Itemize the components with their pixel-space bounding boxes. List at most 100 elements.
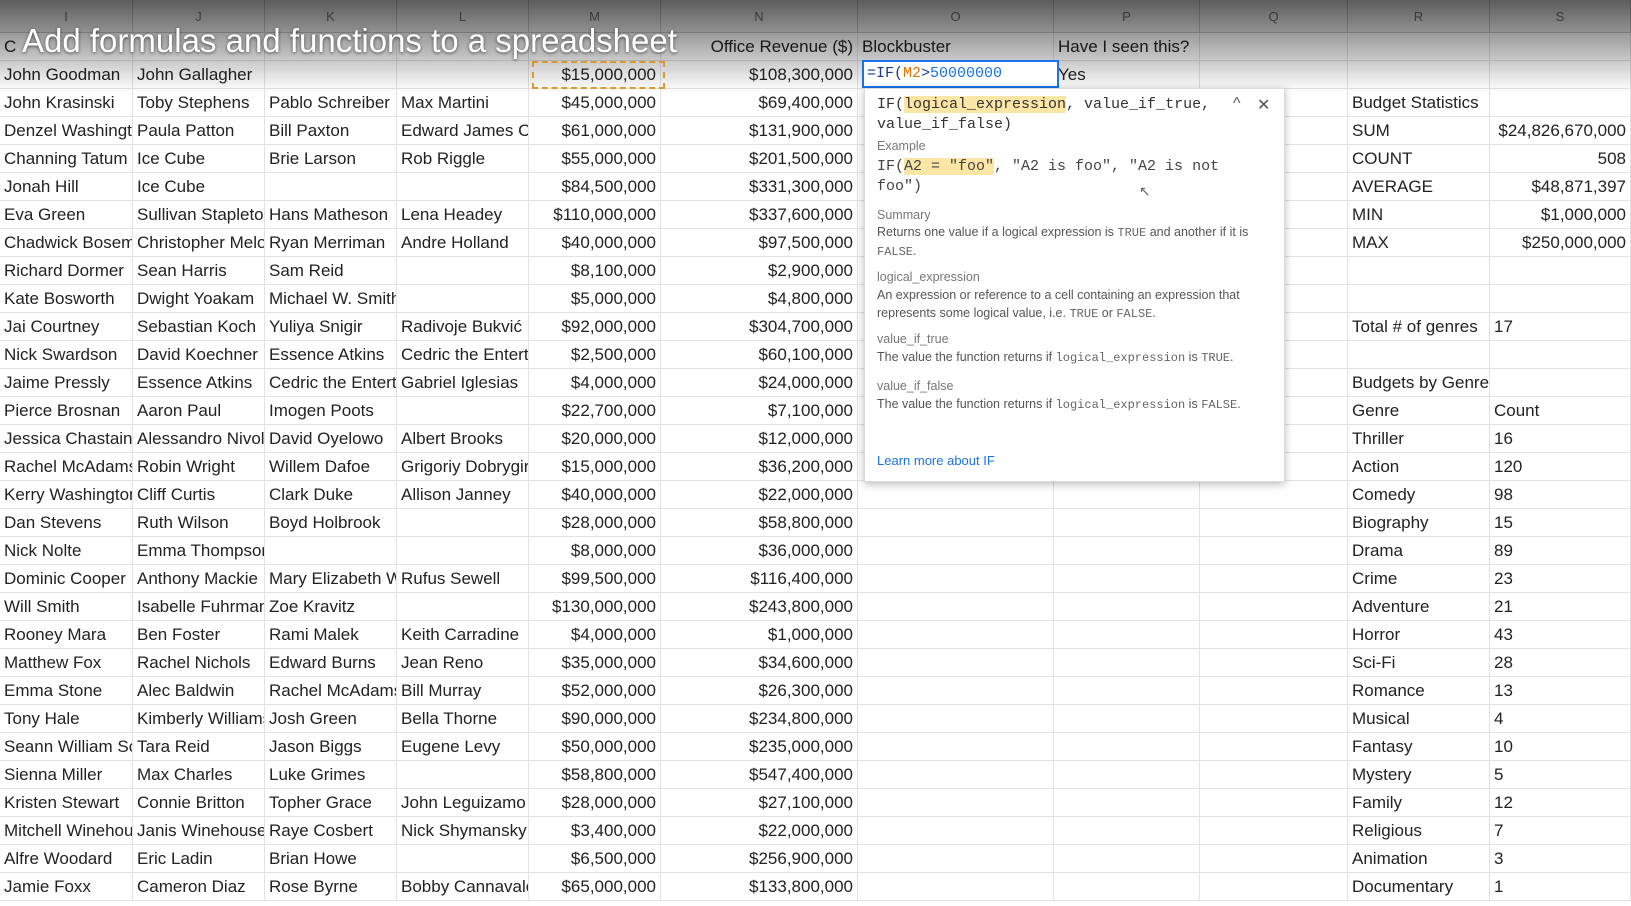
grid-cell[interactable]	[1200, 593, 1348, 621]
column-header-j[interactable]: J	[133, 0, 265, 33]
actor-cell[interactable]	[397, 761, 529, 789]
grid-cell[interactable]	[1054, 565, 1200, 593]
genre-count-cell[interactable]: 12	[1490, 789, 1631, 817]
actor-cell[interactable]: Essence Atkins	[133, 369, 265, 397]
genre-name-cell[interactable]: Drama	[1348, 537, 1490, 565]
money-cell[interactable]: $69,400,000	[661, 89, 858, 117]
actor-cell[interactable]: Keith Carradine	[397, 621, 529, 649]
grid-cell[interactable]	[1200, 537, 1348, 565]
column-header-n[interactable]: N	[661, 0, 858, 33]
actor-cell[interactable]: Jason Biggs	[265, 733, 397, 761]
actor-cell[interactable]: Connie Britton	[133, 789, 265, 817]
money-cell[interactable]: $331,300,000	[661, 173, 858, 201]
money-cell[interactable]: $40,000,000	[529, 481, 661, 509]
genre-name-cell[interactable]: Horror	[1348, 621, 1490, 649]
column-header-l[interactable]: L	[397, 0, 529, 33]
actor-cell[interactable]: Edward Burns	[265, 649, 397, 677]
genre-name-cell[interactable]: Biography	[1348, 509, 1490, 537]
actor-cell[interactable]: Dan Stevens	[0, 509, 133, 537]
money-cell[interactable]: $337,600,000	[661, 201, 858, 229]
genres-total-value[interactable]: 17	[1490, 313, 1631, 341]
grid-cell[interactable]	[858, 761, 1054, 789]
budget-statistics-title[interactable]: Budget Statistics	[1348, 89, 1490, 117]
actor-cell[interactable]: Dwight Yoakam	[133, 285, 265, 313]
actor-cell[interactable]: Nick Nolte	[0, 537, 133, 565]
actor-cell[interactable]: Sienna Miller	[0, 761, 133, 789]
actor-cell[interactable]: Bella Thorne	[397, 705, 529, 733]
actor-cell[interactable]: Jaime Pressly	[0, 369, 133, 397]
genre-count-cell[interactable]: 120	[1490, 453, 1631, 481]
grid-cell[interactable]	[1200, 733, 1348, 761]
actor-cell[interactable]: Essence Atkins	[265, 341, 397, 369]
grid-cell[interactable]	[858, 509, 1054, 537]
actor-cell[interactable]: Sam Reid	[265, 257, 397, 285]
actor-cell[interactable]	[397, 397, 529, 425]
grid-cell[interactable]	[1054, 817, 1200, 845]
budgets-by-genre-title[interactable]: Budgets by Genre	[1348, 369, 1490, 397]
money-cell[interactable]: $90,000,000	[529, 705, 661, 733]
grid-cell[interactable]	[858, 593, 1054, 621]
genre-name-cell[interactable]: Adventure	[1348, 593, 1490, 621]
actor-cell[interactable]: John Leguizamo	[397, 789, 529, 817]
actor-cell[interactable]: Paula Patton	[133, 117, 265, 145]
actor-cell[interactable]	[397, 285, 529, 313]
actor-cell[interactable]: Eva Green	[0, 201, 133, 229]
column-header-o[interactable]: O	[858, 0, 1054, 33]
grid-cell[interactable]	[1200, 845, 1348, 873]
actor-cell[interactable]: Seann William Sc	[0, 733, 133, 761]
genre-name-cell[interactable]: Romance	[1348, 677, 1490, 705]
actor-cell[interactable]: Tony Hale	[0, 705, 133, 733]
grid-cell[interactable]	[1348, 33, 1490, 61]
genre-count-cell[interactable]: 10	[1490, 733, 1631, 761]
money-cell[interactable]: $8,100,000	[529, 257, 661, 285]
money-cell[interactable]: $2,500,000	[529, 341, 661, 369]
actor-cell[interactable]: Topher Grace	[265, 789, 397, 817]
money-cell[interactable]: $4,000,000	[529, 621, 661, 649]
actor-cell[interactable]: Sullivan Stapleto	[133, 201, 265, 229]
money-cell[interactable]: $4,000,000	[529, 369, 661, 397]
grid-cell[interactable]	[858, 621, 1054, 649]
actor-cell[interactable]: Cedric the Entert	[265, 369, 397, 397]
actor-cell[interactable]: Kerry Washington	[0, 481, 133, 509]
actor-cell[interactable]: Ryan Merriman	[265, 229, 397, 257]
actor-cell[interactable]: Ben Foster	[133, 621, 265, 649]
grid-cell[interactable]	[858, 537, 1054, 565]
grid-cell[interactable]	[858, 845, 1054, 873]
actor-cell[interactable]: Gabriel Iglesias	[397, 369, 529, 397]
grid-cell[interactable]	[1200, 789, 1348, 817]
grid-cell[interactable]	[1490, 257, 1631, 285]
collapse-icon[interactable]: ^	[1233, 95, 1241, 113]
grid-cell[interactable]	[1200, 33, 1348, 61]
actor-cell[interactable]: Hans Matheson	[265, 201, 397, 229]
money-cell[interactable]: $131,900,000	[661, 117, 858, 145]
actor-cell[interactable]	[397, 845, 529, 873]
stat-value[interactable]: 508	[1490, 145, 1631, 173]
actor-cell[interactable]: Bill Paxton	[265, 117, 397, 145]
money-cell[interactable]: $28,000,000	[529, 789, 661, 817]
grid-cell[interactable]	[1348, 341, 1490, 369]
money-cell[interactable]: $547,400,000	[661, 761, 858, 789]
grid-cell[interactable]	[1200, 649, 1348, 677]
actor-cell[interactable]: Toby Stephens	[133, 89, 265, 117]
money-cell[interactable]: $24,000,000	[661, 369, 858, 397]
money-cell[interactable]: $35,000,000	[529, 649, 661, 677]
header-blockbuster[interactable]: Blockbuster	[858, 33, 1054, 61]
actor-cell[interactable]: Isabelle Fuhrman	[133, 593, 265, 621]
money-cell[interactable]: $92,000,000	[529, 313, 661, 341]
money-cell[interactable]: $20,000,000	[529, 425, 661, 453]
actor-cell[interactable]: Nick Shymansky	[397, 817, 529, 845]
actor-cell[interactable]: Sean Harris	[133, 257, 265, 285]
money-cell[interactable]: $22,000,000	[661, 817, 858, 845]
actor-cell[interactable]: Cedric the Entert	[397, 341, 529, 369]
stat-value[interactable]: $250,000,000	[1490, 229, 1631, 257]
actor-cell[interactable]	[265, 61, 397, 89]
money-cell[interactable]: $1,000,000	[661, 621, 858, 649]
genre-count-cell[interactable]: 4	[1490, 705, 1631, 733]
actor-cell[interactable]: Anthony Mackie	[133, 565, 265, 593]
grid-cell[interactable]	[1054, 593, 1200, 621]
count-column-header[interactable]: Count	[1490, 397, 1631, 425]
actor-cell[interactable]: Grigoriy Dobrygir	[397, 453, 529, 481]
actor-cell[interactable]: Sebastian Koch	[133, 313, 265, 341]
genre-name-cell[interactable]: Thriller	[1348, 425, 1490, 453]
actor-cell[interactable]: Rooney Mara	[0, 621, 133, 649]
